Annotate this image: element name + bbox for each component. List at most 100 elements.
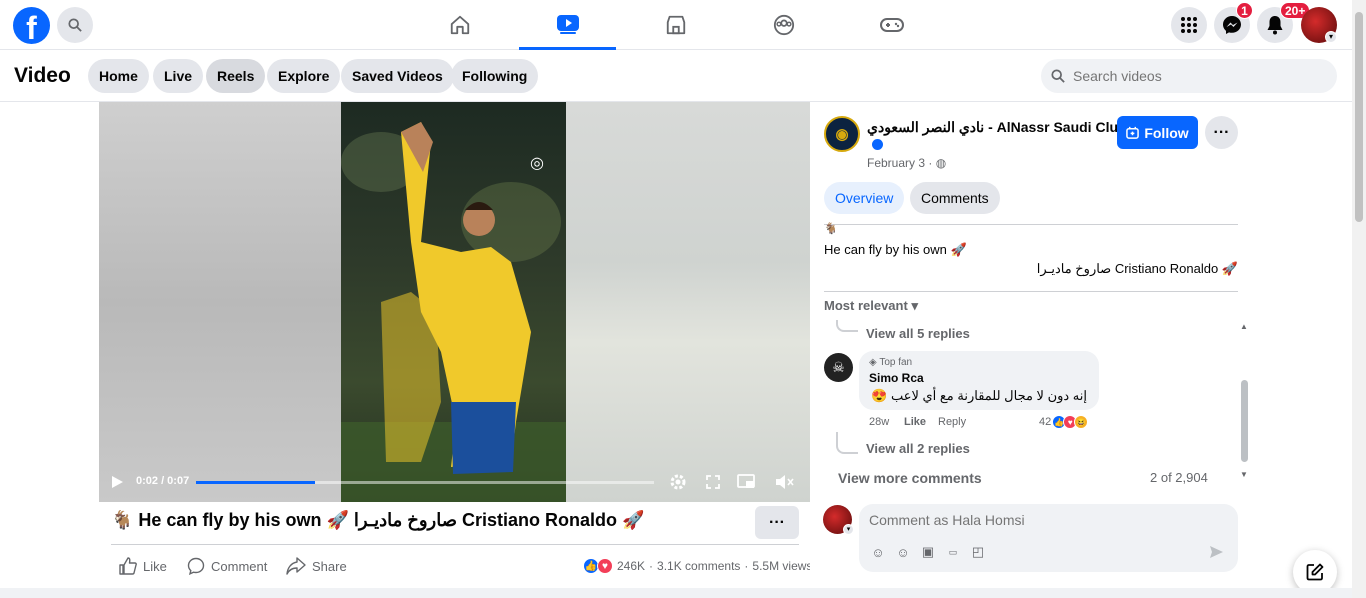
player-silhouette-image: ◎ [341, 122, 566, 502]
avatar-sticker-icon[interactable]: ☺ [870, 544, 886, 560]
divider [824, 224, 1238, 225]
scroll-up-arrow-icon[interactable]: ▲ [1240, 322, 1248, 331]
volume-muted-icon[interactable] [775, 474, 795, 490]
avatar-chevron-icon[interactable]: ▾ [843, 524, 854, 535]
comment-author[interactable]: Simo Rca [869, 371, 924, 385]
video-player[interactable]: ◎ 0:02 / 0:07 [99, 102, 810, 502]
miniplayer-icon[interactable] [737, 474, 755, 490]
follow-button[interactable]: Follow [1117, 116, 1198, 149]
nav-home[interactable] [411, 0, 508, 50]
seek-bar[interactable] [196, 481, 654, 484]
sticker-icon[interactable]: ◰ [970, 544, 986, 560]
caret-down-icon: ▾ [911, 298, 918, 313]
search-input[interactable] [1073, 68, 1313, 84]
separator: · [649, 559, 654, 573]
gif-icon[interactable]: ▭ [945, 544, 961, 560]
divider [111, 544, 799, 545]
grid-menu-icon [1181, 17, 1197, 33]
bell-icon [1267, 16, 1283, 35]
follow-icon [1126, 126, 1140, 139]
player-controls: 0:02 / 0:07 [99, 462, 810, 502]
comment-composer: ☺ ☺ ▣ ▭ ◰ [859, 504, 1238, 572]
nav-gaming[interactable] [843, 0, 940, 50]
menu-button[interactable] [1171, 7, 1207, 43]
comment-input[interactable] [869, 512, 1199, 528]
pill-live[interactable]: Live [153, 59, 204, 93]
description-line: He can fly by his own 🚀 [824, 242, 967, 257]
comment-button[interactable]: Comment [187, 557, 267, 575]
pill-explore[interactable]: Explore [267, 59, 341, 93]
emoji-icon[interactable]: ☺ [895, 544, 911, 560]
page-scrollbar[interactable] [1352, 0, 1366, 598]
comment-age[interactable]: 28w [869, 416, 889, 428]
settings-gear-icon[interactable] [669, 473, 687, 491]
view-replies-link[interactable]: View all 2 replies [866, 441, 970, 456]
comments-pagination-count: 2 of 2,904 [1150, 470, 1208, 485]
comment-like-button[interactable]: Like [904, 416, 926, 428]
play-icon[interactable] [110, 475, 124, 489]
tab-comments[interactable]: Comments [910, 182, 1000, 214]
description-line: 🚀 Cristiano Ronaldo صاروخ ماديـرا [1036, 261, 1238, 276]
time-display: 0:02 / 0:07 [136, 475, 190, 487]
comment-bubble: ◈ Top fan Simo Rca إنه دون لا مجال للمقا… [859, 351, 1099, 410]
comments-scrollbar-thumb[interactable] [1241, 380, 1248, 462]
separator: · [744, 559, 749, 573]
haha-reaction-icon: 😆 [1074, 415, 1089, 429]
more-dots-icon: ··· [769, 513, 785, 531]
post-more-button[interactable]: ··· [755, 506, 799, 539]
page-title: Video [14, 64, 71, 87]
pill-home[interactable]: Home [88, 59, 149, 93]
alnassr-crest-icon: ◉ [835, 126, 849, 143]
page-name[interactable]: نادي النصر السعودي - AlNassr Saudi Club [867, 119, 1127, 136]
page-scrollbar-thumb[interactable] [1355, 12, 1363, 222]
messenger-badge: 1 [1236, 2, 1253, 19]
camera-icon[interactable]: ▣ [920, 544, 936, 560]
like-button[interactable]: Like [119, 557, 167, 575]
search-button[interactable] [57, 7, 93, 43]
pill-saved-videos[interactable]: Saved Videos [341, 59, 454, 93]
scroll-down-arrow-icon[interactable]: ▼ [1240, 470, 1248, 479]
gaming-icon [879, 18, 904, 32]
nav-video[interactable] [519, 0, 616, 50]
skull-icon: ☠ [832, 359, 845, 375]
reactions-count[interactable]: 246K [617, 559, 645, 573]
search-videos[interactable] [1041, 59, 1337, 93]
comment-text: إنه دون لا مجال للمقارنة مع أي لاعب 😍 [871, 388, 1087, 403]
comment-reply-button[interactable]: Reply [938, 416, 966, 428]
page-more-button[interactable]: ··· [1205, 116, 1238, 149]
description-line: 🐐 [824, 223, 838, 235]
verified-badge-icon [872, 139, 883, 150]
share-icon [286, 557, 306, 575]
pill-following[interactable]: Following [451, 59, 539, 93]
post-date: February 3 · ◍ [867, 156, 947, 170]
nav-marketplace[interactable] [627, 0, 724, 50]
nav-groups[interactable] [735, 0, 832, 50]
facebook-logo[interactable]: f [13, 7, 50, 44]
reply-thread-line [836, 432, 858, 454]
sort-comments-dropdown[interactable]: Most relevant ▾ [824, 298, 918, 314]
seek-bar-fill [196, 481, 316, 484]
pill-reels[interactable]: Reels [206, 59, 266, 93]
like-label: Like [143, 558, 167, 574]
video-icon [556, 14, 579, 34]
comments-count[interactable]: 3.1K comments [657, 559, 740, 573]
groups-icon [773, 14, 794, 36]
thumbs-up-icon [119, 557, 137, 575]
view-more-comments-link[interactable]: View more comments [838, 470, 982, 486]
view-replies-link[interactable]: View all 5 replies [866, 326, 970, 341]
compose-icon [1306, 563, 1324, 581]
share-button[interactable]: Share [286, 557, 347, 575]
fullscreen-icon[interactable] [706, 475, 720, 489]
account-chevron-icon[interactable]: ▾ [1325, 31, 1337, 43]
send-icon[interactable] [1209, 545, 1224, 559]
more-dots-icon: ··· [1213, 123, 1230, 141]
tab-overview[interactable]: Overview [824, 182, 905, 214]
page-background [0, 588, 1352, 598]
page-avatar[interactable]: ◉ [824, 116, 860, 152]
svg-text:◎: ◎ [530, 155, 544, 172]
follow-label: Follow [1144, 124, 1189, 141]
comment-reactions[interactable]: 42 👍 ♥ 😆 [1039, 415, 1089, 429]
post-title: 🐐 He can fly by his own 🚀 صاروخ ماديـرا … [111, 510, 645, 530]
commenter-avatar[interactable]: ☠ [824, 353, 853, 382]
top-fan-badge: ◈ Top fan [869, 357, 913, 368]
